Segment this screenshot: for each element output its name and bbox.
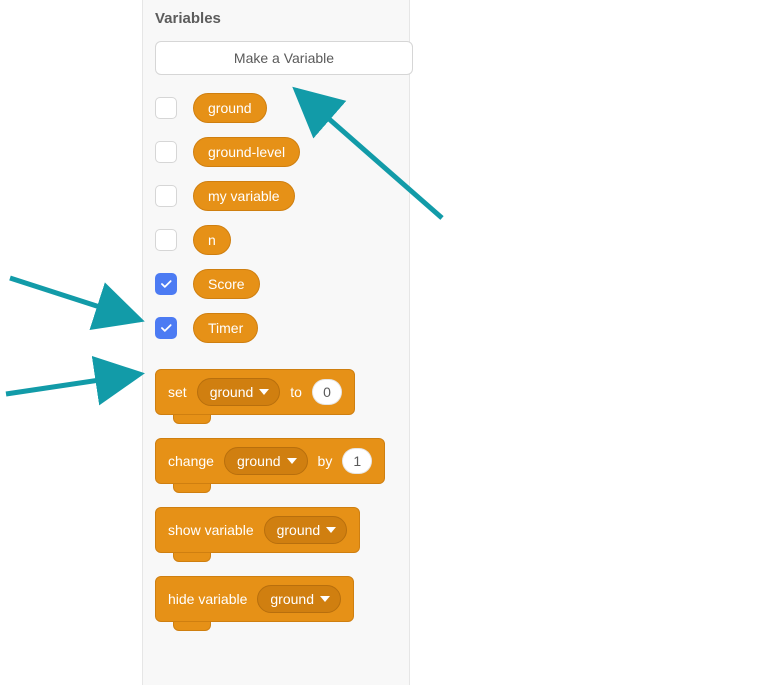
variable-pill[interactable]: Timer (193, 313, 258, 343)
block-show-variable[interactable]: show variable ground (155, 507, 397, 562)
variable-name: Timer (208, 320, 243, 336)
block-set-variable[interactable]: set ground to 0 (155, 369, 397, 424)
block-change-variable[interactable]: change ground by 1 (155, 438, 397, 493)
section-title: Variables (155, 10, 397, 27)
variable-name: ground-level (208, 144, 285, 160)
chevron-down-icon (320, 596, 330, 602)
block-text: to (290, 384, 302, 400)
dropdown-value: ground (237, 453, 281, 469)
make-variable-label: Make a Variable (234, 50, 334, 66)
variable-pill[interactable]: n (193, 225, 231, 255)
block-text: by (318, 453, 333, 469)
value-input[interactable]: 1 (342, 448, 372, 474)
dropdown-value: ground (270, 591, 314, 607)
block-text: hide variable (168, 591, 247, 607)
variables-panel: Variables Make a Variable ground ground-l… (142, 0, 410, 685)
visibility-checkbox[interactable] (155, 273, 177, 295)
variable-name: Score (208, 276, 245, 292)
variable-dropdown[interactable]: ground (224, 447, 308, 475)
variable-row: n (155, 225, 397, 255)
visibility-checkbox[interactable] (155, 141, 177, 163)
dropdown-value: ground (277, 522, 321, 538)
variable-row: Timer (155, 313, 397, 343)
variable-list: ground ground-level my variable n Score Timer (155, 93, 397, 343)
value-text: 1 (353, 453, 361, 469)
block-notch (173, 621, 211, 631)
block-text: set (168, 384, 187, 400)
variable-pill[interactable]: my variable (193, 181, 295, 211)
variable-pill[interactable]: Score (193, 269, 260, 299)
variable-row: ground-level (155, 137, 397, 167)
variable-dropdown[interactable]: ground (197, 378, 281, 406)
chevron-down-icon (287, 458, 297, 464)
variable-dropdown[interactable]: ground (264, 516, 348, 544)
value-text: 0 (323, 384, 331, 400)
block-notch (173, 414, 211, 424)
variable-name: ground (208, 100, 252, 116)
variable-row: my variable (155, 181, 397, 211)
check-icon (159, 277, 173, 291)
variable-row: ground (155, 93, 397, 123)
block-text: show variable (168, 522, 254, 538)
variable-name: n (208, 232, 216, 248)
dropdown-value: ground (210, 384, 254, 400)
check-icon (159, 321, 173, 335)
variable-pill[interactable]: ground (193, 93, 267, 123)
block-notch (173, 552, 211, 562)
variable-dropdown[interactable]: ground (257, 585, 341, 613)
chevron-down-icon (326, 527, 336, 533)
variable-pill[interactable]: ground-level (193, 137, 300, 167)
visibility-checkbox[interactable] (155, 229, 177, 251)
block-hide-variable[interactable]: hide variable ground (155, 576, 397, 631)
value-input[interactable]: 0 (312, 379, 342, 405)
variable-name: my variable (208, 188, 280, 204)
variable-row: Score (155, 269, 397, 299)
block-notch (173, 483, 211, 493)
visibility-checkbox[interactable] (155, 185, 177, 207)
chevron-down-icon (259, 389, 269, 395)
make-variable-button[interactable]: Make a Variable (155, 41, 413, 75)
visibility-checkbox[interactable] (155, 317, 177, 339)
block-text: change (168, 453, 214, 469)
visibility-checkbox[interactable] (155, 97, 177, 119)
